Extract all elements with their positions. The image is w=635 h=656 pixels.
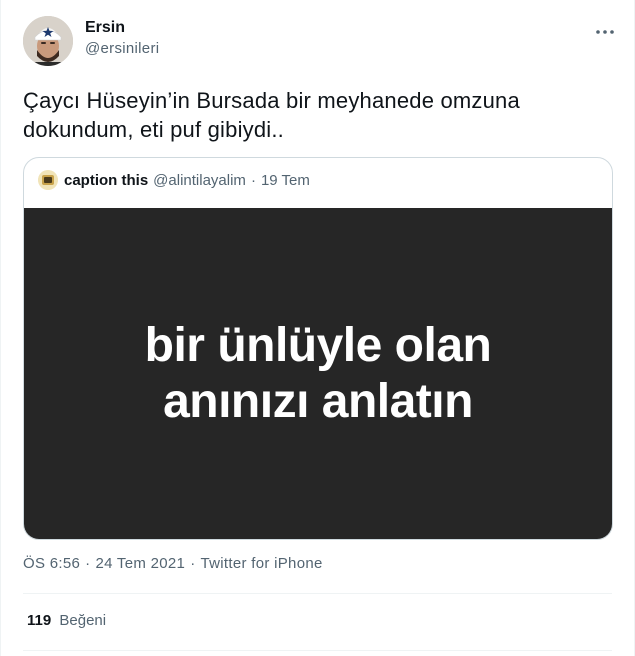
tweet-date[interactable]: 24 Tem 2021 bbox=[95, 555, 185, 572]
quoted-tweet[interactable]: caption this @alintilayalim · 19 Tem bir… bbox=[23, 157, 613, 540]
tweet-source-link[interactable]: Twitter for iPhone bbox=[201, 555, 323, 572]
quoted-date[interactable]: 19 Tem bbox=[261, 172, 310, 189]
tweet-time[interactable]: ÖS 6:56 bbox=[23, 555, 80, 572]
more-horizontal-icon bbox=[596, 30, 614, 34]
quoted-tweet-header: caption this @alintilayalim · 19 Tem bbox=[38, 170, 310, 190]
author-avatar[interactable] bbox=[23, 16, 73, 66]
likes-label: Beğeni bbox=[59, 612, 107, 629]
tweet-card: Ersin @ersinileri Çaycı Hüseyin’in Bursa… bbox=[0, 0, 635, 656]
author-display-name[interactable]: Ersin bbox=[85, 18, 159, 38]
meta-separator: · bbox=[85, 555, 91, 572]
tweet-text: Çaycı Hüseyin’in Bursada bir meyhanede o… bbox=[23, 88, 520, 142]
quoted-image[interactable]: bir ünlüyle olan anınızı anlatın bbox=[24, 208, 612, 539]
avatar-image bbox=[23, 16, 73, 66]
divider bbox=[23, 593, 612, 594]
author-name-block: Ersin @ersinileri bbox=[85, 18, 159, 60]
quoted-display-name[interactable]: caption this bbox=[64, 172, 148, 189]
more-options-button[interactable] bbox=[592, 22, 618, 42]
quoted-username[interactable]: @alintilayalim bbox=[153, 172, 246, 189]
tweet-meta: ÖS 6:56 · 24 Tem 2021 · Twitter for iPho… bbox=[23, 555, 323, 572]
quoted-author-avatar[interactable] bbox=[38, 170, 58, 190]
likes-stat[interactable]: 119 Beğeni bbox=[27, 612, 106, 629]
image-text-line-2: anınızı anlatın bbox=[163, 375, 473, 428]
image-text-line-1: bir ünlüyle olan bbox=[144, 319, 492, 372]
author-username[interactable]: @ersinileri bbox=[85, 38, 159, 60]
likes-count: 119 bbox=[27, 612, 52, 629]
quoted-separator: · bbox=[250, 171, 256, 189]
divider bbox=[23, 650, 612, 651]
quoted-avatar-image bbox=[38, 170, 58, 190]
tweet-header: Ersin @ersinileri bbox=[23, 16, 618, 68]
meta-separator: · bbox=[190, 555, 196, 572]
